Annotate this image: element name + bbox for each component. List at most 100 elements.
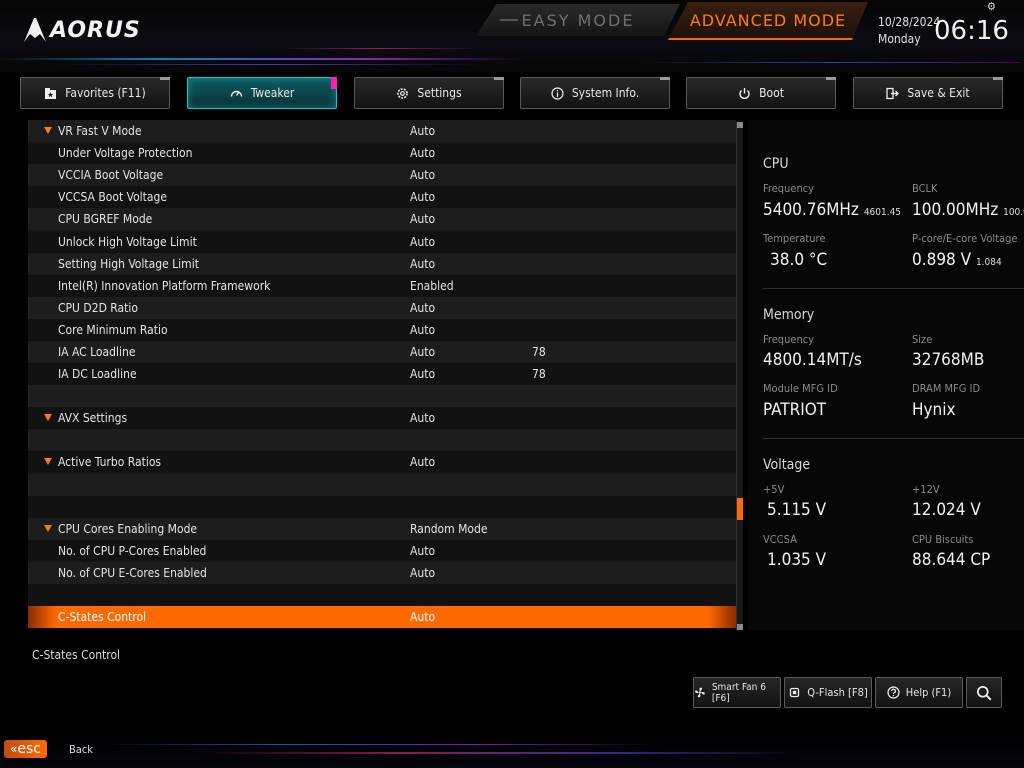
power-icon — [739, 87, 750, 99]
setting-name: CPU D2D Ratio — [58, 300, 138, 315]
scroll-down-arrow[interactable] — [737, 624, 743, 630]
logo-text: AORUS — [50, 17, 141, 43]
setting-value[interactable]: Auto — [410, 124, 435, 138]
neon-line — [280, 48, 480, 49]
tab-save-exit[interactable]: Save & Exit — [853, 77, 1003, 109]
qflash-button[interactable]: Q-Flash [F8] — [784, 677, 872, 708]
setting-row[interactable]: VCCIA Boot Voltage Auto — [28, 164, 736, 187]
tab-label: Favorites (F11) — [65, 86, 146, 100]
setting-row[interactable]: Active Turbo Ratios Auto — [28, 451, 736, 474]
system-info-panel: CPU Frequency 5400.76MHz 4601.45 BCLK 10… — [748, 120, 1024, 630]
expand-arrow-icon[interactable] — [44, 127, 52, 134]
setting-value[interactable]: Auto — [410, 345, 435, 359]
help-icon — [887, 686, 900, 699]
tab-settings[interactable]: Settings — [354, 77, 504, 109]
setting-value[interactable]: Auto — [410, 190, 435, 204]
neon-line — [60, 64, 480, 65]
v12-value: 12.024 V — [912, 500, 981, 520]
core-voltage-text: 0.898 V — [912, 250, 972, 270]
setting-row[interactable]: No. of CPU E-Cores Enabled Auto — [28, 561, 736, 584]
help-button[interactable]: Help (F1) — [875, 677, 963, 708]
date-display: 10/28/2024 Monday — [878, 14, 940, 48]
dram-mfg-value: Hynix — [912, 400, 956, 420]
setting-name: No. of CPU E-Cores Enabled — [58, 565, 207, 580]
advanced-mode-label: ADVANCED MODE — [689, 10, 847, 30]
tab-label: Save & Exit — [907, 86, 970, 100]
setting-row[interactable]: C-States Control Auto — [28, 606, 736, 629]
module-mfg-label: Module MFG ID — [763, 382, 838, 395]
setting-name: Active Turbo Ratios — [58, 455, 162, 470]
tab-system-info[interactable]: System Info. — [520, 77, 670, 109]
blank-row — [28, 385, 736, 408]
setting-row[interactable]: CPU Cores Enabling Mode Random Mode — [28, 517, 736, 540]
expand-arrow-icon[interactable] — [44, 414, 52, 422]
tab-favorites[interactable]: Favorites (F11) — [20, 77, 170, 109]
scrollbar[interactable] — [736, 122, 743, 630]
advanced-mode-button[interactable]: ADVANCED MODE — [668, 2, 868, 40]
setting-value[interactable]: Auto — [410, 301, 435, 315]
setting-value[interactable]: Auto — [410, 323, 435, 337]
setting-row[interactable]: Unlock High Voltage Limit Auto — [28, 230, 736, 253]
setting-value[interactable]: Auto — [410, 566, 435, 580]
setting-value[interactable]: Enabled — [410, 279, 454, 293]
scroll-up-arrow[interactable] — [737, 122, 743, 128]
core-voltage-value: 0.898 V 1.084 — [912, 250, 1002, 270]
setting-row[interactable]: Under Voltage Protection Auto — [28, 142, 736, 165]
smart-fan-button[interactable]: Smart Fan 6 [F6] — [693, 677, 781, 708]
setting-row[interactable]: CPU BGREF Mode Auto — [28, 208, 736, 231]
setting-value[interactable]: Auto — [410, 455, 435, 469]
memory-frequency-label: Frequency — [763, 333, 815, 346]
setting-name: Intel(R) Innovation Platform Framework — [58, 278, 271, 293]
item-description: C-States Control — [32, 648, 121, 662]
setting-row[interactable]: Setting High Voltage Limit Auto — [28, 252, 736, 275]
setting-value[interactable]: Auto — [410, 367, 435, 381]
search-button[interactable] — [966, 677, 1002, 708]
date-text: 10/28/2024 — [878, 15, 941, 29]
easy-mode-label: EASY MODE — [521, 10, 635, 30]
expand-arrow-icon[interactable] — [44, 458, 52, 466]
bclk-sub: 100.00 — [1003, 207, 1024, 218]
setting-value[interactable]: Auto — [410, 146, 435, 160]
cpu-frequency-label: Frequency — [763, 182, 815, 195]
temperature-label: Temperature — [763, 232, 826, 245]
easy-mode-button[interactable]: EASY MODE — [476, 4, 680, 36]
setting-value[interactable]: Auto — [410, 257, 435, 271]
setting-row[interactable]: CPU D2D Ratio Auto — [28, 296, 736, 319]
v5-value: 5.115 V — [767, 500, 827, 520]
settings-gear-icon[interactable]: ⚙ — [987, 0, 999, 13]
vccsa-value: 1.035 V — [767, 550, 827, 570]
cpu-frequency-text: 5400.76MHz — [763, 200, 859, 220]
esc-button[interactable]: « esc — [4, 740, 47, 758]
cpu-frequency-sub: 4601.45 — [863, 207, 902, 218]
setting-row[interactable]: AVX Settings Auto — [28, 407, 736, 430]
setting-row[interactable]: Core Minimum Ratio Auto — [28, 318, 736, 341]
setting-value[interactable]: Random Mode — [410, 522, 488, 536]
cpu-frequency-value: 5400.76MHz 4601.45 — [763, 200, 901, 220]
setting-row[interactable]: No. of CPU P-Cores Enabled Auto — [28, 539, 736, 562]
setting-name: AVX Settings — [58, 411, 128, 426]
setting-name: IA DC Loadline — [58, 367, 137, 382]
gear-icon — [397, 87, 409, 99]
setting-row[interactable]: Intel(R) Innovation Platform Framework En… — [28, 274, 736, 297]
setting-row[interactable]: VR Fast V Mode Auto — [28, 120, 736, 143]
setting-value[interactable]: Auto — [410, 235, 435, 249]
esc-label: esc — [17, 741, 41, 757]
bclk-label: BCLK — [912, 182, 938, 195]
setting-name: CPU Cores Enabling Mode — [58, 521, 198, 536]
setting-value[interactable]: Auto — [410, 212, 435, 226]
tab-tweaker[interactable]: Tweaker — [187, 77, 337, 109]
blank-row — [28, 429, 736, 452]
setting-value[interactable]: Auto — [410, 168, 435, 182]
setting-row[interactable]: VCCSA Boot Voltage Auto — [28, 186, 736, 209]
expand-arrow-icon[interactable] — [44, 524, 52, 532]
speedometer-icon — [230, 90, 242, 97]
setting-value[interactable]: Auto — [410, 610, 435, 624]
star-folder-icon — [45, 87, 57, 99]
setting-row[interactable]: IA AC Loadline Auto 78 — [28, 340, 736, 364]
tab-boot[interactable]: Boot — [686, 77, 836, 109]
setting-value[interactable]: Auto — [410, 411, 435, 425]
scroll-thumb[interactable] — [737, 498, 743, 520]
setting-row[interactable]: IA DC Loadline Auto 78 — [28, 363, 736, 386]
setting-value[interactable]: Auto — [410, 544, 435, 558]
cpu-biscuits-label: CPU Biscuits — [912, 533, 974, 546]
